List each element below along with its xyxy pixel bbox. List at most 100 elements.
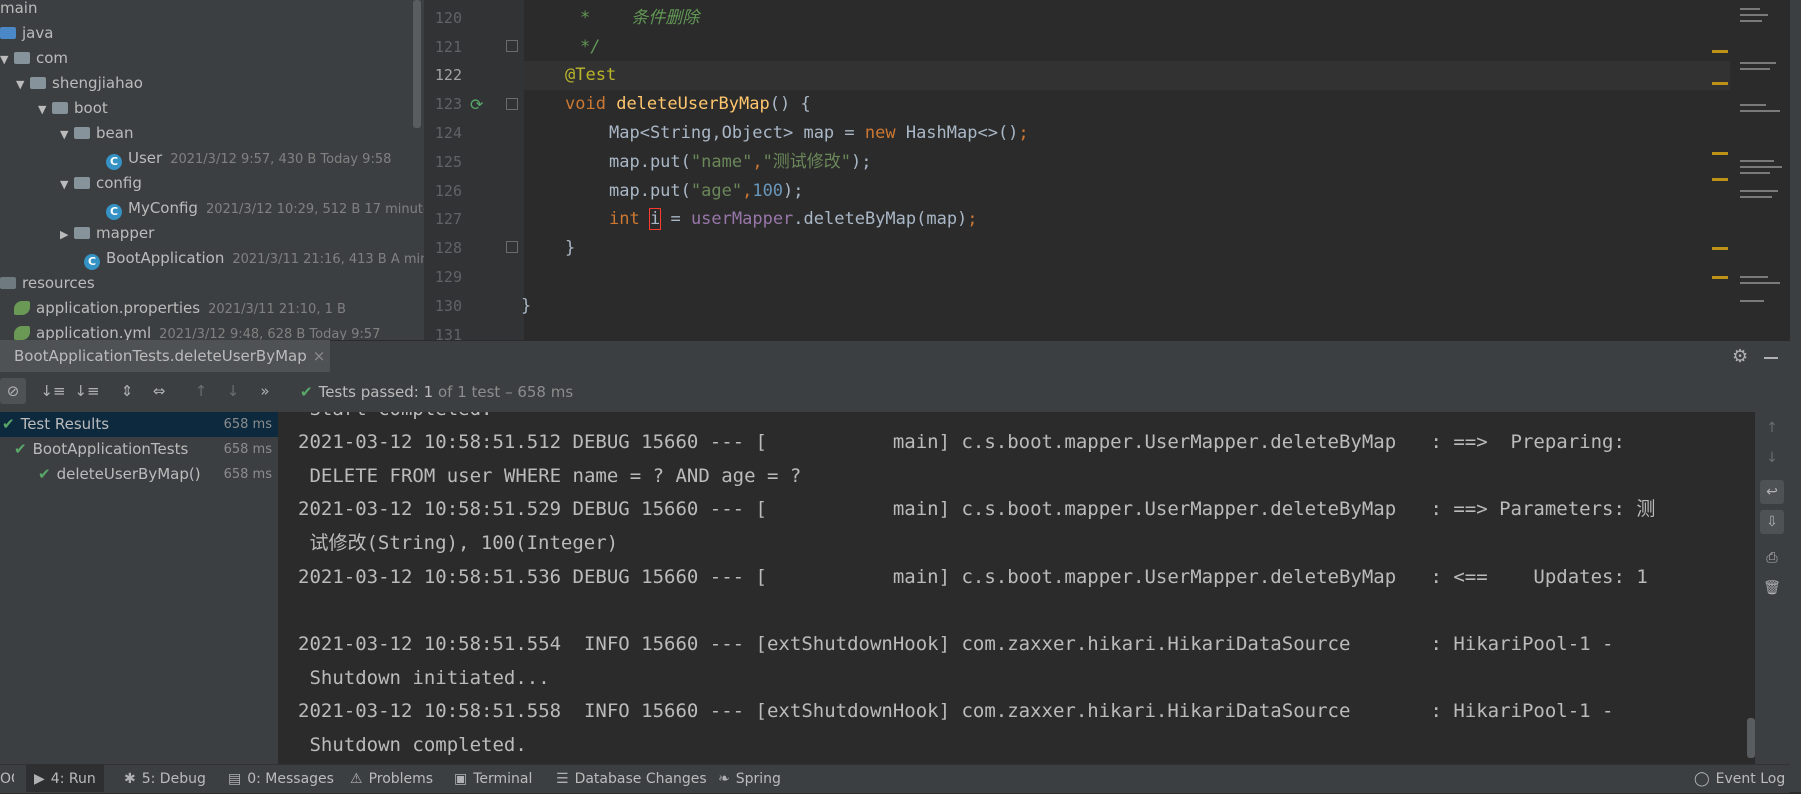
soft-wrap-icon[interactable]: ↩ — [1760, 480, 1784, 504]
more-actions-icon[interactable]: » — [252, 378, 278, 404]
sort-by-duration-icon[interactable]: ↓≡ — [74, 378, 100, 404]
tree-item-application-yml[interactable]: application.yml 2021/3/12 9:48, 628 B Tod… — [14, 321, 380, 340]
line-number: 127 — [434, 210, 462, 228]
gear-icon[interactable]: ⚙ — [1732, 346, 1748, 367]
previous-failed-icon[interactable]: ↑ — [188, 378, 214, 404]
fold-marker-icon[interactable] — [506, 40, 518, 52]
line-number: 129 — [434, 268, 462, 286]
tree-item-shengjiahao[interactable]: ▼ shengjiahao — [16, 71, 143, 96]
close-icon[interactable]: × — [313, 347, 326, 365]
fold-marker-icon[interactable] — [506, 241, 518, 253]
minimize-icon[interactable] — [1764, 357, 1778, 359]
console-side-toolbar: ↑ ↓ ↩ ⇩ ⎙ 🗑 — [1755, 412, 1790, 764]
expand-all-icon[interactable]: ⇕ — [114, 378, 140, 404]
fold-marker-icon[interactable] — [506, 98, 518, 110]
minimap-line — [1740, 282, 1780, 284]
up-stack-icon[interactable]: ↑ — [1760, 416, 1784, 440]
test-method-row[interactable]: ✔ deleteUserByMap() 658 ms — [0, 462, 278, 487]
down-stack-icon[interactable]: ↓ — [1760, 446, 1784, 470]
warning-marker[interactable] — [1712, 247, 1728, 250]
todo-tool-button[interactable]: OO — [0, 764, 14, 792]
console-output[interactable]: Start completed. 2021-03-12 10:58:51.512… — [278, 412, 1755, 764]
tree-item-resources[interactable]: resources — [0, 271, 95, 296]
current-line-highlight — [524, 61, 1730, 90]
chevron-down-icon[interactable]: ▼ — [0, 47, 14, 72]
chevron-down-icon[interactable]: ▼ — [60, 122, 74, 147]
minimap-line — [1740, 14, 1768, 16]
warning-marker[interactable] — [1712, 50, 1728, 53]
right-tool-strip[interactable] — [1790, 0, 1801, 792]
class-icon: C — [106, 154, 122, 170]
tree-item-com[interactable]: ▼ com — [0, 46, 68, 71]
minimap-line — [1740, 110, 1780, 112]
run-tab[interactable]: BootApplicationTests.deleteUserByMap × — [0, 340, 330, 372]
spring-leaf-icon: ❧ — [718, 771, 730, 787]
editor-minimap[interactable] — [1730, 0, 1790, 340]
minimap-line — [1740, 160, 1774, 162]
code-line-122: @Test — [565, 65, 617, 85]
resources-folder-icon — [0, 277, 16, 289]
minimap-line — [1740, 190, 1778, 192]
next-failed-icon[interactable]: ↓ — [220, 378, 246, 404]
tree-item-bean[interactable]: ▼ bean — [60, 121, 133, 146]
tree-item-myconfig[interactable]: C MyConfig 2021/3/12 10:29, 512 B 17 minut… — [106, 196, 424, 221]
line-number: 123 — [434, 95, 462, 113]
minimap-line — [1740, 196, 1772, 198]
line-number: 130 — [434, 297, 462, 315]
minimap-line — [1740, 68, 1770, 70]
minimap-line — [1740, 300, 1764, 302]
package-icon — [74, 127, 90, 139]
problems-tool-button[interactable]: ⚠ Problems — [350, 764, 433, 792]
clear-all-icon[interactable]: 🗑 — [1760, 576, 1784, 600]
spring-boot-class-icon: C — [84, 254, 100, 270]
warning-marker[interactable] — [1712, 178, 1728, 181]
tree-item-mapper[interactable]: ▶ mapper — [60, 221, 154, 246]
run-test-icon[interactable]: ⟳ — [470, 95, 483, 114]
tree-item-config[interactable]: ▼ config — [60, 171, 142, 196]
line-number: 122 — [434, 66, 462, 84]
scroll-to-end-icon[interactable]: ⇩ — [1760, 510, 1784, 534]
minimap-line — [1740, 62, 1776, 64]
warning-marker[interactable] — [1712, 82, 1728, 85]
print-icon[interactable]: ⎙ — [1760, 546, 1784, 570]
spring-config-icon — [14, 326, 30, 340]
line-number: 120 — [434, 9, 462, 27]
highlighted-variable[interactable]: i — [648, 208, 662, 230]
database-changes-tool-button[interactable]: ☰ Database Changes — [556, 764, 707, 792]
test-results-tree: ✔ Test Results 658 ms ✔ BootApplicationTest… — [0, 412, 279, 764]
warning-icon: ⚠ — [350, 771, 363, 787]
spring-tool-button[interactable]: ❧ Spring — [718, 764, 781, 792]
chevron-down-icon[interactable]: ▼ — [38, 97, 52, 122]
show-passed-toggle-icon[interactable]: ⊘ — [0, 378, 26, 404]
run-tool-button[interactable]: ▶ 4: Run — [26, 764, 104, 792]
tree-item-application-properties[interactable]: application.properties 2021/3/11 21:10, 1… — [14, 296, 346, 321]
tree-item-java[interactable]: java — [0, 21, 53, 46]
terminal-tool-button[interactable]: ▣ Terminal — [454, 764, 532, 792]
test-results-root[interactable]: ✔ Test Results 658 ms — [0, 412, 278, 437]
minimap-line — [1740, 276, 1768, 278]
collapse-all-icon[interactable]: ⇔ — [146, 378, 172, 404]
chevron-down-icon[interactable]: ▼ — [60, 172, 74, 197]
package-icon — [30, 77, 46, 89]
warning-marker[interactable] — [1712, 152, 1728, 155]
code-line-125: map.put("name","测试修改"); — [609, 152, 872, 172]
sort-alphabetically-icon[interactable]: ↓≡ — [40, 378, 66, 404]
chevron-right-icon[interactable]: ▶ — [60, 222, 74, 247]
messages-tool-button[interactable]: ▤ 0: Messages — [228, 764, 334, 792]
tree-item-bootapplication[interactable]: C BootApplication 2021/3/11 21:16, 413 B A… — [84, 246, 424, 271]
code-line-127: int i = userMapper.deleteByMap(map); — [609, 208, 978, 230]
event-log-tool-button[interactable]: ◯ Event Log — [1694, 764, 1785, 792]
tree-item-main[interactable]: main — [0, 0, 37, 21]
tree-item-boot[interactable]: ▼ boot — [38, 96, 108, 121]
debug-tool-button[interactable]: ✱ 5: Debug — [124, 764, 206, 792]
console-line: Shutdown completed. — [298, 734, 527, 756]
console-scrollbar[interactable] — [1747, 718, 1755, 758]
warning-marker[interactable] — [1712, 276, 1728, 279]
console-line: 2021-03-12 10:58:51.529 DEBUG 15660 --- … — [298, 498, 1656, 520]
console-line: 2021-03-12 10:58:51.512 DEBUG 15660 --- … — [298, 431, 1625, 453]
source-folder-icon — [0, 27, 16, 39]
tree-item-user[interactable]: C User 2021/3/12 9:57, 430 B Today 9:58 — [106, 146, 391, 171]
tree-scrollbar[interactable] — [413, 0, 421, 128]
test-class-row[interactable]: ✔ BootApplicationTests 658 ms — [0, 437, 278, 462]
chevron-down-icon[interactable]: ▼ — [16, 72, 30, 97]
